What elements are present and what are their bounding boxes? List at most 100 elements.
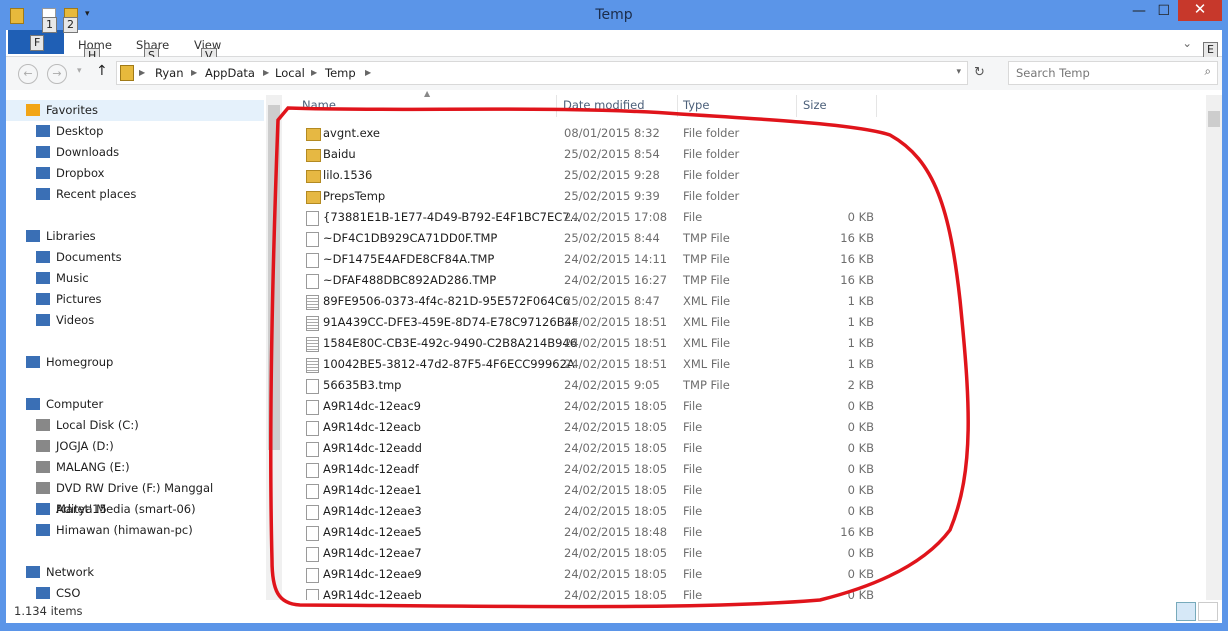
file-row[interactable]: ~DF1475E4AFDE8CF84A.TMP 24/02/2015 14:11…: [302, 249, 882, 270]
file-size: 16 KB: [840, 273, 874, 287]
file-date: 08/01/2015 8:32: [564, 126, 660, 140]
sidebar-item-recent-places[interactable]: Recent places: [6, 184, 264, 205]
sidebar-item-network[interactable]: Network: [6, 562, 264, 583]
file-row[interactable]: ~DFAF488DBC892AD286.TMP 24/02/2015 16:27…: [302, 270, 882, 291]
maximize-button[interactable]: ☐: [1157, 3, 1170, 19]
file-date: 25/02/2015 9:28: [564, 168, 660, 182]
sidebar-item-jogja-d-[interactable]: JOGJA (D:): [6, 436, 264, 457]
column-date-modified[interactable]: Date modified: [563, 98, 645, 112]
file-row[interactable]: A9R14dc-12eacb 24/02/2015 18:05 File 0 K…: [302, 417, 882, 438]
sidebar-item-local-disk-c-[interactable]: Local Disk (C:): [6, 415, 264, 436]
file-date: 24/02/2015 18:05: [564, 483, 668, 497]
column-type[interactable]: Type: [683, 98, 709, 112]
search-input[interactable]: Search Temp ⌕: [1008, 61, 1218, 85]
sidebar-item-favorites[interactable]: Favorites: [6, 100, 264, 121]
file-row[interactable]: A9R14dc-12eae9 24/02/2015 18:05 File 0 K…: [302, 564, 882, 585]
file-date: 24/02/2015 18:05: [564, 441, 668, 455]
file-row[interactable]: avgnt.exe 08/01/2015 8:32 File folder: [302, 123, 882, 144]
file-row[interactable]: A9R14dc-12eae5 24/02/2015 18:48 File 16 …: [302, 522, 882, 543]
large-icons-view-button[interactable]: [1198, 602, 1218, 621]
recent-locations-icon[interactable]: ▾: [77, 66, 82, 76]
file-name: A9R14dc-12eadf: [323, 462, 419, 476]
sidebar-item-libraries[interactable]: Libraries: [6, 226, 264, 247]
sidebar-item-dvd-rw-drive-f-manggal-maret-15[interactable]: DVD RW Drive (F:) Manggal Maret'15: [6, 478, 264, 516]
file-row[interactable]: A9R14dc-12eae7 24/02/2015 18:05 File 0 K…: [302, 543, 882, 564]
file-name: Baidu: [323, 147, 356, 161]
close-button[interactable]: ✕: [1178, 0, 1222, 21]
library-icon: [26, 230, 40, 242]
file-type: File folder: [683, 189, 740, 203]
file-date: 24/02/2015 18:51: [564, 357, 668, 371]
file-name: avgnt.exe: [323, 126, 381, 140]
sidebar-item-music[interactable]: Music: [6, 268, 264, 289]
file-size: 0 KB: [847, 504, 874, 518]
sidebar-item-label: Libraries: [46, 229, 96, 243]
file-row[interactable]: 91A439CC-DFE3-459E-8D74-E78C97126B4F 24/…: [302, 312, 882, 333]
sidebar-item-label: Desktop: [56, 124, 104, 138]
file-tab[interactable]: F: [8, 30, 64, 54]
sidebar-item-aditya-media-smart-06-[interactable]: Aditya Media (smart-06): [6, 499, 264, 520]
column-size[interactable]: Size: [803, 98, 827, 112]
disk-icon: [36, 461, 50, 473]
file-row[interactable]: A9R14dc-12eac9 24/02/2015 18:05 File 0 K…: [302, 396, 882, 417]
file-size: 0 KB: [847, 483, 874, 497]
address-dropdown-icon[interactable]: ▾: [956, 67, 961, 77]
details-view-button[interactable]: [1176, 602, 1196, 621]
nav-scrollbar[interactable]: [266, 95, 282, 600]
forward-button[interactable]: →: [47, 64, 67, 84]
file-name: 89FE9506-0373-4f4c-821D-95E572F064C6: [323, 294, 571, 308]
breadcrumb-appdata[interactable]: AppData: [205, 66, 255, 80]
file-row[interactable]: A9R14dc-12eae3 24/02/2015 18:05 File 0 K…: [302, 501, 882, 522]
file-row[interactable]: Baidu 25/02/2015 8:54 File folder: [302, 144, 882, 165]
breadcrumb-temp[interactable]: Temp: [325, 66, 356, 80]
file-date: 25/02/2015 8:54: [564, 147, 660, 161]
breadcrumb-separator-icon[interactable]: ▶: [365, 68, 371, 77]
file-type: TMP File: [683, 378, 730, 392]
minimize-button[interactable]: —: [1132, 3, 1146, 19]
file-row[interactable]: 89FE9506-0373-4f4c-821D-95E572F064C6 25/…: [302, 291, 882, 312]
sidebar-item-documents[interactable]: Documents: [6, 247, 264, 268]
file-date: 24/02/2015 18:05: [564, 399, 668, 413]
sidebar-item-desktop[interactable]: Desktop: [6, 121, 264, 142]
file-size: 0 KB: [847, 399, 874, 413]
folder-icon: [306, 128, 321, 141]
address-bar[interactable]: ▶ Ryan ▶ AppData ▶ Local ▶ Temp ▶ ▾: [116, 61, 968, 85]
sidebar-item-malang-e-[interactable]: MALANG (E:): [6, 457, 264, 478]
file-type: File folder: [683, 168, 740, 182]
file-name: A9R14dc-12eae3: [323, 504, 422, 518]
sidebar-item-homegroup[interactable]: Homegroup: [6, 352, 264, 373]
file-list-scrollbar[interactable]: [1206, 95, 1222, 600]
column-name[interactable]: Name: [302, 98, 336, 112]
file-row[interactable]: {73881E1B-1E77-4D49-B792-E4F1BC7EC7... 2…: [302, 207, 882, 228]
file-row[interactable]: 10042BE5-3812-47d2-87F5-4F6ECC99962A 24/…: [302, 354, 882, 375]
sidebar-item-pictures[interactable]: Pictures: [6, 289, 264, 310]
computer-icon: [36, 587, 50, 599]
sidebar-item-downloads[interactable]: Downloads: [6, 142, 264, 163]
expand-ribbon-icon[interactable]: ⌄: [1182, 36, 1192, 50]
file-type: File: [683, 441, 703, 455]
sidebar-item-himawan-himawan-pc-[interactable]: Himawan (himawan-pc): [6, 520, 264, 541]
sidebar-item-label: Downloads: [56, 145, 120, 159]
breadcrumb-ryan[interactable]: Ryan: [155, 66, 184, 80]
file-name: 10042BE5-3812-47d2-87F5-4F6ECC99962A: [323, 357, 575, 371]
file-row[interactable]: ~DF4C1DB929CA71DD0F.TMP 25/02/2015 8:44 …: [302, 228, 882, 249]
file-row[interactable]: A9R14dc-12eae1 24/02/2015 18:05 File 0 K…: [302, 480, 882, 501]
refresh-button[interactable]: ↻: [974, 65, 985, 80]
file-type: File: [683, 546, 703, 560]
file-row[interactable]: A9R14dc-12eadd 24/02/2015 18:05 File 0 K…: [302, 438, 882, 459]
file-icon: [306, 526, 319, 541]
sidebar-item-dropbox[interactable]: Dropbox: [6, 163, 264, 184]
file-row[interactable]: PrepsTemp 25/02/2015 9:39 File folder: [302, 186, 882, 207]
file-name: A9R14dc-12eae9: [323, 567, 422, 581]
file-type: File: [683, 483, 703, 497]
up-button[interactable]: ↑: [96, 63, 108, 79]
file-row[interactable]: lilo.1536 25/02/2015 9:28 File folder: [302, 165, 882, 186]
file-row[interactable]: 56635B3.tmp 24/02/2015 9:05 TMP File 2 K…: [302, 375, 882, 396]
sidebar-item-computer[interactable]: Computer: [6, 394, 264, 415]
sidebar-item-videos[interactable]: Videos: [6, 310, 264, 331]
file-row[interactable]: A9R14dc-12eadf 24/02/2015 18:05 File 0 K…: [302, 459, 882, 480]
breadcrumb-local[interactable]: Local: [275, 66, 305, 80]
file-row[interactable]: 1584E80C-CB3E-492c-9490-C2B8A214B946 24/…: [302, 333, 882, 354]
file-type: File folder: [683, 147, 740, 161]
back-button[interactable]: ←: [18, 64, 38, 84]
